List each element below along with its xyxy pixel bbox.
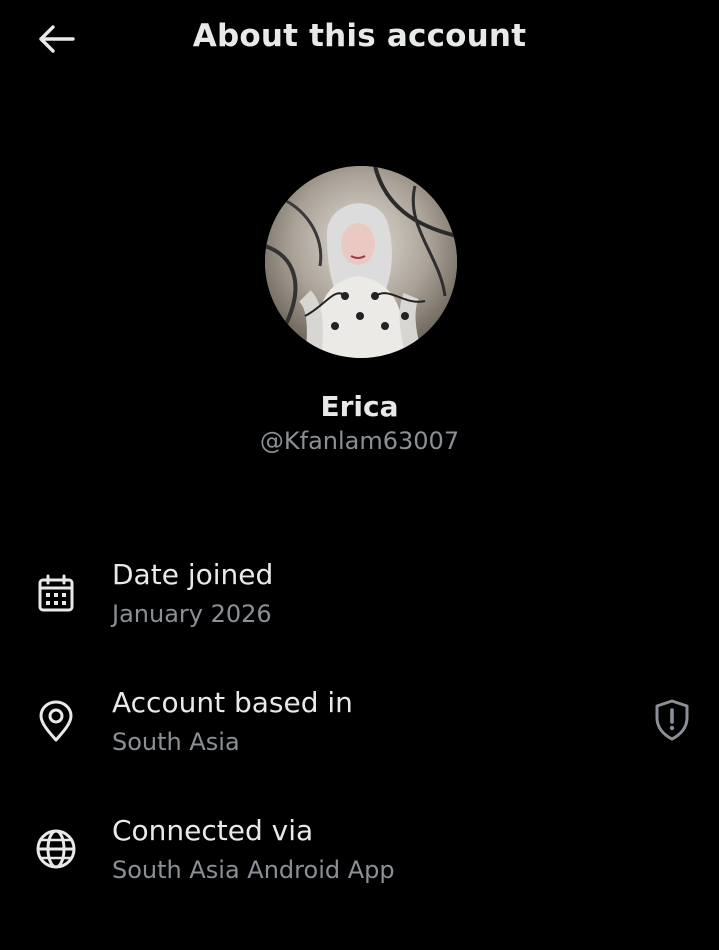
- connected-via-value: South Asia Android App: [112, 856, 395, 884]
- avatar-image: [265, 166, 457, 358]
- display-name: Erica: [320, 390, 399, 423]
- page-title: About this account: [192, 18, 527, 54]
- header: About this account: [0, 0, 719, 78]
- account-based-in-label: Account based in: [112, 686, 353, 719]
- date-joined-label: Date joined: [112, 558, 274, 591]
- shield-alert-button[interactable]: [648, 696, 696, 744]
- globe-icon: [33, 826, 79, 872]
- connected-via-row: Connected via South Asia Android App: [0, 812, 719, 922]
- date-joined-row: Date joined January 2026: [0, 556, 719, 666]
- account-based-in-value: South Asia: [112, 728, 240, 756]
- connected-via-label: Connected via: [112, 814, 314, 847]
- user-handle: @Kfanlam63007: [259, 427, 460, 455]
- about-account-screen: About this account Erica @Kfanlam63007 D…: [0, 0, 719, 950]
- calendar-icon: [33, 571, 79, 617]
- shield-alert-icon: [655, 699, 689, 741]
- location-pin-icon: [33, 698, 79, 744]
- account-based-in-row: Account based in South Asia: [0, 684, 719, 794]
- date-joined-value: January 2026: [112, 600, 272, 628]
- avatar[interactable]: [265, 166, 457, 358]
